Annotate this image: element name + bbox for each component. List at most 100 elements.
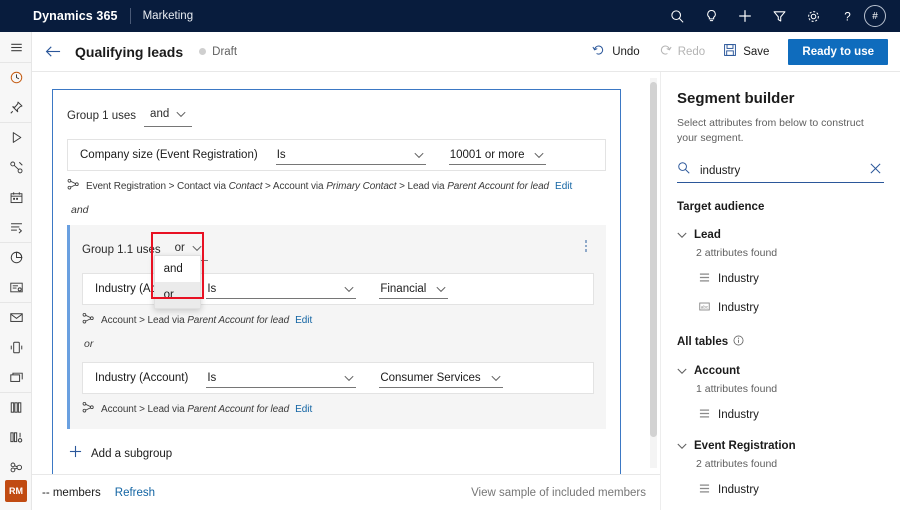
chevron-down-icon	[436, 280, 446, 298]
all-tables-section-title: All tables	[677, 335, 884, 349]
plus-icon[interactable]	[728, 0, 762, 32]
chevron-down-icon	[344, 369, 354, 387]
topnav-icon-group: ? #	[660, 0, 900, 32]
condition-attribute: Company size (Event Registration)	[80, 149, 258, 161]
panel-title: Segment builder	[677, 90, 884, 107]
hamburger-icon[interactable]	[0, 32, 32, 62]
relationship-icon	[82, 312, 95, 328]
table-name: Account	[694, 365, 740, 377]
mobile-icon[interactable]	[0, 332, 32, 362]
attribute-item[interactable]: Industry	[699, 481, 884, 499]
attribute-item[interactable]: abc Industry	[699, 299, 884, 317]
status-dot-icon	[199, 48, 206, 55]
edit-relationship-link-1[interactable]: Edit	[555, 181, 572, 192]
group-1-card: Group 1 uses and Company size (Event Reg…	[52, 89, 621, 474]
help-icon[interactable]: ?	[830, 0, 864, 32]
email-icon[interactable]	[0, 302, 32, 332]
group-1-label: Group 1 uses	[67, 110, 136, 122]
dropdown-option-or[interactable]: or	[155, 282, 200, 308]
journey-icon[interactable]	[0, 152, 32, 182]
search-input[interactable]: industry	[700, 165, 740, 177]
dropdown-option-and[interactable]: and	[155, 256, 200, 282]
save-button[interactable]: Save	[714, 38, 778, 66]
attribute-name: Industry	[718, 302, 759, 314]
add-subgroup-button[interactable]: Add a subgroup	[69, 445, 620, 463]
chevron-down-icon	[491, 369, 501, 387]
relationship-path-1: Event Registration > Contact via Contact…	[67, 178, 620, 194]
condition-operator-dropdown[interactable]: Is	[206, 368, 356, 388]
undo-button[interactable]: Undo	[583, 38, 649, 66]
optionset-icon	[699, 270, 710, 288]
app-name[interactable]: Marketing	[143, 10, 194, 22]
avatar[interactable]: #	[864, 5, 886, 27]
relationship-path-text-2: Account > Lead via Parent Account for le…	[101, 315, 289, 326]
page-icon[interactable]	[0, 362, 32, 392]
page-title: Qualifying leads	[75, 44, 183, 60]
condition-operator-value: Is	[207, 372, 216, 384]
condition-operator-dropdown[interactable]: Is	[276, 145, 426, 165]
filter-icon[interactable]	[762, 0, 796, 32]
svg-text:abc: abc	[701, 305, 709, 310]
table-group-event-registration[interactable]: Event Registration	[677, 437, 884, 455]
attribute-item[interactable]: Industry	[699, 406, 884, 424]
canvas-scrollbar-thumb[interactable]	[650, 82, 657, 437]
condition-row-industry-consumer-services: Industry (Account) Is Consumer Services	[82, 362, 594, 394]
relationship-icon	[82, 401, 95, 417]
segment-builder-panel: Segment builder Select attributes from b…	[660, 72, 900, 510]
canvas-footer-bar: -- members Refresh View sample of includ…	[32, 474, 660, 510]
play-icon[interactable]	[0, 122, 32, 152]
library-icon[interactable]	[0, 392, 32, 422]
table-attribute-count: 2 attributes found	[696, 247, 884, 259]
analytics-icon[interactable]	[0, 242, 32, 272]
edit-relationship-link-3[interactable]: Edit	[295, 404, 312, 415]
form-icon[interactable]	[0, 272, 32, 302]
top-navigation-bar: Dynamics 365 Marketing ? #	[0, 0, 900, 32]
condition-value-dropdown[interactable]: Consumer Services	[379, 368, 502, 388]
gear-icon[interactable]	[796, 0, 830, 32]
group-separator-and: and	[71, 204, 620, 216]
lightbulb-icon[interactable]	[694, 0, 728, 32]
segment-icon[interactable]	[0, 212, 32, 242]
condition-value: Financial	[380, 283, 426, 295]
calendar-event-icon[interactable]	[0, 182, 32, 212]
back-arrow-icon[interactable]	[45, 44, 62, 59]
template-icon[interactable]	[0, 422, 32, 452]
edit-relationship-link-2[interactable]: Edit	[295, 315, 312, 326]
audience-icon[interactable]	[0, 452, 32, 482]
status-badge: Draft	[212, 46, 237, 58]
save-icon	[723, 43, 737, 60]
table-group-lead[interactable]: Lead	[677, 226, 884, 244]
condition-value-dropdown[interactable]: 10001 or more	[449, 145, 547, 165]
attribute-name: Industry	[718, 409, 759, 421]
user-avatar-rail[interactable]: RM	[5, 480, 27, 502]
product-brand[interactable]: Dynamics 365	[33, 9, 118, 23]
refresh-link[interactable]: Refresh	[115, 487, 155, 499]
recent-icon[interactable]	[0, 62, 32, 92]
chevron-down-icon	[176, 105, 186, 123]
group-1-connector-dropdown[interactable]: and	[144, 104, 192, 127]
relationship-path-3: Account > Lead via Parent Account for le…	[82, 401, 606, 417]
target-audience-section-title: Target audience	[677, 201, 884, 213]
table-group-account[interactable]: Account	[677, 362, 884, 380]
condition-value-dropdown[interactable]: Financial	[379, 279, 448, 299]
redo-icon	[658, 43, 672, 60]
info-icon[interactable]	[733, 335, 744, 349]
attribute-search-box[interactable]: industry	[677, 159, 884, 183]
connector-dropdown-menu: and or	[154, 255, 201, 309]
condition-operator-value: Is	[277, 149, 286, 161]
redo-button[interactable]: Redo	[649, 38, 715, 66]
clear-search-icon[interactable]	[869, 162, 884, 180]
view-sample-link[interactable]: View sample of included members	[471, 487, 646, 499]
attribute-name: Industry	[718, 484, 759, 496]
chevron-down-icon	[677, 362, 687, 380]
member-count: -- members	[42, 487, 101, 499]
search-icon[interactable]	[660, 0, 694, 32]
text-icon: abc	[699, 299, 710, 317]
ready-to-use-button[interactable]: Ready to use	[788, 39, 888, 65]
group-1-connector-value: and	[150, 108, 169, 120]
panel-subtitle: Select attributes from below to construc…	[677, 116, 872, 146]
group-1-1-more-options-icon[interactable]	[578, 237, 594, 255]
condition-operator-dropdown[interactable]: Is	[206, 279, 356, 299]
pin-icon[interactable]	[0, 92, 32, 122]
attribute-item[interactable]: Industry	[699, 270, 884, 288]
